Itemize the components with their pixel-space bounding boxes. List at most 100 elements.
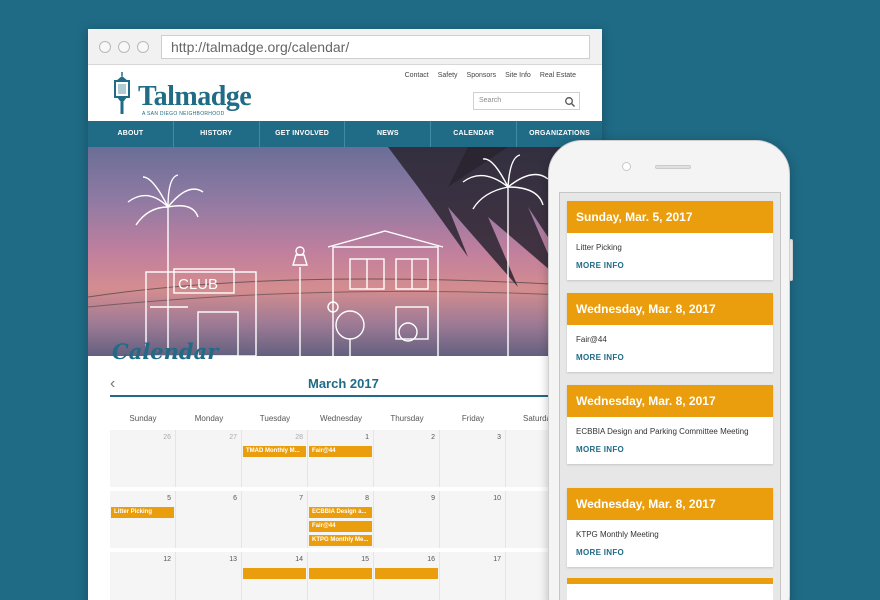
- search-icon[interactable]: [564, 96, 576, 108]
- more-info-link[interactable]: MORE INFO: [567, 437, 773, 464]
- event-date: Wednesday, Mar. 8, 2017: [567, 385, 773, 417]
- event-date: Sunday, Mar. 5, 2017: [567, 201, 773, 233]
- calendar-day[interactable]: 17: [440, 552, 506, 600]
- day-number: 13: [229, 556, 237, 563]
- event-title: Litter Picking: [576, 243, 622, 252]
- calendar-day[interactable]: 14: [242, 552, 308, 600]
- calendar-event[interactable]: [243, 568, 306, 579]
- calendar-event[interactable]: [309, 568, 372, 579]
- event-title: Fair@44: [576, 335, 607, 344]
- hero-illustration: CLUB: [88, 147, 602, 356]
- weekday-label: Friday: [461, 414, 485, 423]
- day-number: 7: [299, 495, 303, 502]
- calendar-day[interactable]: 8 ECBBIA Design a... Fair@44 KTPG Monthl…: [308, 491, 374, 548]
- weekday-label: Sunday: [129, 414, 157, 423]
- calendar-day[interactable]: 5 Litter Picking: [110, 491, 176, 548]
- calendar-day[interactable]: 1 Fair@44: [308, 430, 374, 487]
- util-link-safety[interactable]: Safety: [438, 72, 458, 79]
- util-link-contact[interactable]: Contact: [405, 72, 429, 79]
- day-number: 27: [229, 434, 237, 441]
- day-number: 28: [295, 434, 303, 441]
- day-number: 8: [365, 495, 369, 502]
- day-number: 3: [497, 434, 501, 441]
- day-number: 16: [427, 556, 435, 563]
- calendar-day[interactable]: 12: [110, 552, 176, 600]
- event-title: ECBBIA Design and Parking Committee Meet…: [576, 427, 749, 436]
- logo-tagline: A SAN DIEGO NEIGHBORHOOD: [142, 111, 225, 117]
- more-info-link[interactable]: MORE INFO: [567, 540, 773, 567]
- lantern-icon: [114, 72, 130, 114]
- nav-news[interactable]: NEWS: [345, 121, 432, 147]
- prev-month-icon[interactable]: ‹: [110, 375, 115, 393]
- calendar-day[interactable]: 10: [440, 491, 506, 548]
- calendar-event[interactable]: [375, 568, 438, 579]
- calendar-day[interactable]: 7: [242, 491, 308, 548]
- mobile-screen: Sunday, Mar. 5, 2017 Litter Picking MORE…: [559, 192, 781, 600]
- main-nav: ABOUT HISTORY GET INVOLVED NEWS CALENDAR…: [88, 121, 602, 147]
- calendar-day[interactable]: 6: [176, 491, 242, 548]
- event-date: Wednesday, Mar. 8, 2017: [567, 488, 773, 520]
- window-minimize-button[interactable]: [118, 41, 130, 53]
- calendar-day[interactable]: 26: [110, 430, 176, 487]
- calendar-month-title: March 2017: [308, 376, 379, 391]
- mobile-event-card[interactable]: Wednesday, Mar. 8, 2017 ECBBIA Design an…: [567, 385, 773, 464]
- util-link-real-estate[interactable]: Real Estate: [540, 72, 576, 79]
- address-bar[interactable]: http://talmadge.org/calendar/: [161, 35, 590, 59]
- window-close-button[interactable]: [99, 41, 111, 53]
- mobile-event-card[interactable]: Wednesday, Mar. 8, 2017 KTPG Monthly Mee…: [567, 488, 773, 567]
- day-number: 12: [163, 556, 171, 563]
- weekday-label: Wednesday: [319, 414, 363, 423]
- day-number: 26: [163, 434, 171, 441]
- calendar-day[interactable]: 27: [176, 430, 242, 487]
- nav-history[interactable]: HISTORY: [174, 121, 260, 147]
- calendar-event[interactable]: Litter Picking: [111, 507, 174, 518]
- mobile-event-card[interactable]: Wednesday, Mar. 8, 2017 Fair@44 MORE INF…: [567, 293, 773, 372]
- utility-nav: Contact Safety Sponsors Site Info Real E…: [405, 72, 576, 79]
- calendar-event[interactable]: ECBBIA Design a...: [309, 507, 372, 518]
- day-number: 2: [431, 434, 435, 441]
- day-number: 9: [431, 495, 435, 502]
- day-number: 1: [365, 434, 369, 441]
- phone-device: Sunday, Mar. 5, 2017 Litter Picking MORE…: [548, 140, 793, 600]
- day-number: 14: [295, 556, 303, 563]
- event-date: Wednesday, Mar. 8, 2017: [567, 293, 773, 325]
- phone-side-button: [789, 239, 793, 281]
- calendar-day[interactable]: 3: [440, 430, 506, 487]
- nav-about[interactable]: ABOUT: [88, 121, 174, 147]
- util-link-site-info[interactable]: Site Info: [505, 72, 531, 79]
- calendar-day[interactable]: 13: [176, 552, 242, 600]
- more-info-link[interactable]: MORE INFO: [567, 253, 773, 280]
- calendar-day[interactable]: 16: [374, 552, 440, 600]
- hero-banner: CLUB: [88, 147, 602, 356]
- util-link-sponsors[interactable]: Sponsors: [467, 72, 497, 79]
- site-logo[interactable]: Talmadge A SAN DIEGO NEIGHBORHOOD: [110, 71, 260, 117]
- logo-wordmark: Talmadge: [138, 81, 252, 112]
- calendar-event[interactable]: TMAD Monthly M...: [243, 446, 306, 457]
- calendar-header: ‹ March 2017: [110, 375, 590, 397]
- site-header: Talmadge A SAN DIEGO NEIGHBORHOOD Contac…: [88, 65, 602, 121]
- calendar-day[interactable]: 28 TMAD Monthly M...: [242, 430, 308, 487]
- weekday-label: Monday: [194, 414, 224, 423]
- day-number: 15: [361, 556, 369, 563]
- day-number: 6: [233, 495, 237, 502]
- window-maximize-button[interactable]: [137, 41, 149, 53]
- nav-get-involved[interactable]: GET INVOLVED: [260, 121, 346, 147]
- browser-window: http://talmadge.org/calendar/ Talmadge A…: [88, 29, 602, 600]
- calendar-day[interactable]: 15: [308, 552, 374, 600]
- calendar-event[interactable]: Fair@44: [309, 446, 372, 457]
- phone-camera: [622, 162, 631, 171]
- calendar-event[interactable]: Fair@44: [309, 521, 372, 532]
- day-number: 10: [493, 495, 501, 502]
- search-placeholder: Search: [479, 97, 502, 104]
- more-info-link[interactable]: MORE INFO: [567, 345, 773, 372]
- calendar-event[interactable]: KTPG Monthly Me...: [309, 535, 372, 546]
- calendar-day[interactable]: 2: [374, 430, 440, 487]
- search-input[interactable]: Search: [473, 92, 580, 110]
- hero-club-sign: CLUB: [178, 276, 218, 293]
- day-number: 5: [167, 495, 171, 502]
- mobile-event-card[interactable]: Sunday, Mar. 5, 2017 Litter Picking MORE…: [567, 201, 773, 280]
- calendar-day[interactable]: 9: [374, 491, 440, 548]
- day-number: 17: [493, 556, 501, 563]
- weekday-label: Thursday: [390, 414, 424, 423]
- nav-calendar[interactable]: CALENDAR: [431, 121, 518, 147]
